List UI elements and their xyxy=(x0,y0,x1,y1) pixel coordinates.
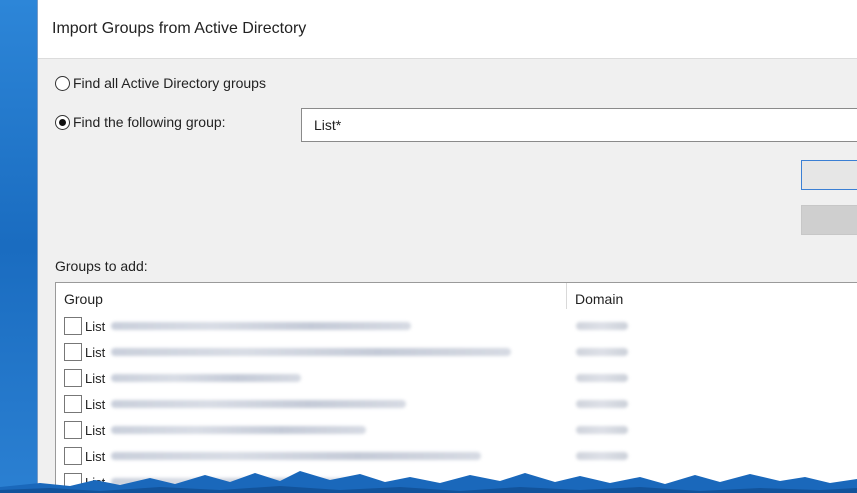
table-row[interactable]: List xyxy=(64,367,302,389)
column-header-group[interactable]: Group xyxy=(64,291,103,307)
row-group-name: List xyxy=(85,396,106,412)
table-row[interactable]: List xyxy=(64,393,407,415)
row-group-name: List xyxy=(85,422,106,438)
groups-to-add-label: Groups to add: xyxy=(55,258,148,274)
column-header-domain[interactable]: Domain xyxy=(575,291,623,307)
redacted-group-name xyxy=(111,374,302,382)
radio-find-all[interactable] xyxy=(55,75,70,91)
radio-find-group[interactable] xyxy=(55,114,70,130)
dialog-titlebar: Import Groups from Active Directory xyxy=(38,0,857,59)
row-checkbox[interactable] xyxy=(64,343,82,361)
column-divider[interactable] xyxy=(566,283,567,309)
option-find-group[interactable]: Find the following group: xyxy=(55,114,226,130)
import-groups-dialog: Import Groups from Active Directory Find… xyxy=(37,0,857,487)
redacted-group-name xyxy=(111,322,412,330)
redacted-group-name xyxy=(111,348,512,356)
row-checkbox[interactable] xyxy=(64,395,82,413)
row-group-name: List xyxy=(85,318,106,334)
option-find-group-label: Find the following group: xyxy=(73,114,226,130)
dialog-title: Import Groups from Active Directory xyxy=(52,20,307,37)
redacted-domain xyxy=(576,374,628,382)
redacted-domain xyxy=(576,322,628,330)
search-button[interactable] xyxy=(801,160,857,190)
row-checkbox[interactable] xyxy=(64,317,82,335)
redacted-domain xyxy=(576,426,628,434)
torn-edge-effect xyxy=(0,471,857,493)
table-row[interactable]: List xyxy=(64,315,412,337)
group-search-input[interactable] xyxy=(301,108,857,142)
option-find-all[interactable]: Find all Active Directory groups xyxy=(55,75,266,91)
redacted-group-name xyxy=(111,426,367,434)
row-checkbox[interactable] xyxy=(64,369,82,387)
option-find-all-label: Find all Active Directory groups xyxy=(73,75,266,91)
table-row[interactable]: List xyxy=(64,341,512,363)
row-group-name: List xyxy=(85,370,106,386)
row-checkbox[interactable] xyxy=(64,421,82,439)
row-group-name: List xyxy=(85,344,106,360)
table-row[interactable]: List xyxy=(64,419,367,441)
redacted-domain xyxy=(576,348,628,356)
redacted-group-name xyxy=(111,400,407,408)
redacted-domain xyxy=(576,400,628,408)
disabled-button xyxy=(801,205,857,235)
